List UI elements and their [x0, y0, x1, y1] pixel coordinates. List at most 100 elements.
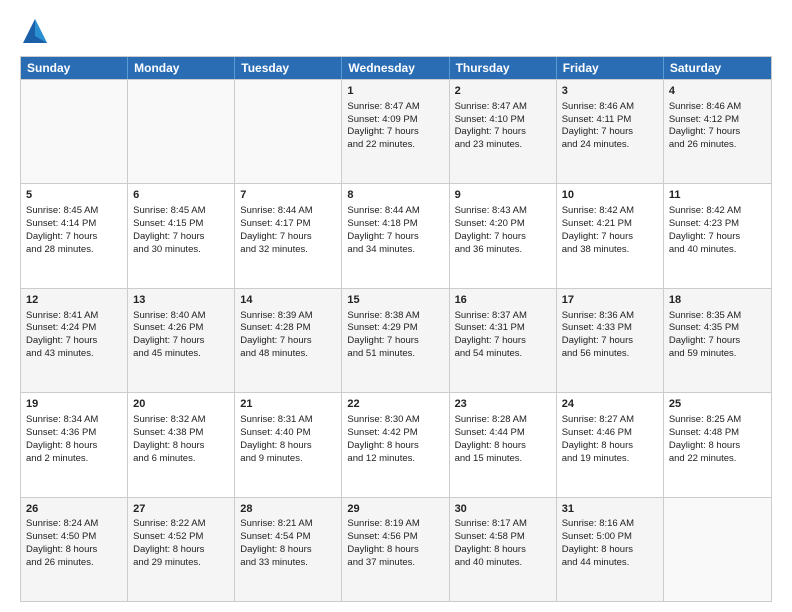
- day-content: Sunset: 4:42 PM: [347, 427, 443, 440]
- day-content: Sunrise: 8:36 AM: [562, 310, 658, 323]
- day-content: and 6 minutes.: [133, 453, 229, 466]
- day-content: Daylight: 7 hours: [669, 231, 766, 244]
- calendar-cell: 19Sunrise: 8:34 AMSunset: 4:36 PMDayligh…: [21, 393, 128, 496]
- day-number: 17: [562, 293, 658, 308]
- day-number: 4: [669, 84, 766, 99]
- day-number: 5: [26, 188, 122, 203]
- day-content: Sunset: 4:58 PM: [455, 531, 551, 544]
- day-content: and 38 minutes.: [562, 244, 658, 257]
- day-number: 20: [133, 397, 229, 412]
- day-content: Sunset: 4:29 PM: [347, 322, 443, 335]
- day-content: Sunset: 4:26 PM: [133, 322, 229, 335]
- day-number: 19: [26, 397, 122, 412]
- logo-icon: [20, 16, 50, 46]
- calendar-cell: 22Sunrise: 8:30 AMSunset: 4:42 PMDayligh…: [342, 393, 449, 496]
- day-content: Sunrise: 8:44 AM: [347, 205, 443, 218]
- calendar-cell: 25Sunrise: 8:25 AMSunset: 4:48 PMDayligh…: [664, 393, 771, 496]
- day-content: Sunrise: 8:45 AM: [26, 205, 122, 218]
- day-number: 10: [562, 188, 658, 203]
- day-content: Sunrise: 8:47 AM: [455, 101, 551, 114]
- calendar-cell: 27Sunrise: 8:22 AMSunset: 4:52 PMDayligh…: [128, 498, 235, 601]
- page: SundayMondayTuesdayWednesdayThursdayFrid…: [0, 0, 792, 612]
- day-content: and 40 minutes.: [455, 557, 551, 570]
- day-content: Sunset: 4:33 PM: [562, 322, 658, 335]
- day-content: Daylight: 7 hours: [347, 335, 443, 348]
- day-content: Sunrise: 8:24 AM: [26, 518, 122, 531]
- day-content: Sunset: 4:31 PM: [455, 322, 551, 335]
- calendar-cell: 2Sunrise: 8:47 AMSunset: 4:10 PMDaylight…: [450, 80, 557, 183]
- calendar-cell: 20 Sunrise: 8:32 AMSunset: 4:38 PMDayligh…: [128, 393, 235, 496]
- calendar-week: 1Sunrise: 8:47 AMSunset: 4:09 PMDaylight…: [21, 79, 771, 183]
- day-content: Daylight: 8 hours: [26, 440, 122, 453]
- day-content: Sunrise: 8:41 AM: [26, 310, 122, 323]
- calendar-day-header: Wednesday: [342, 57, 449, 79]
- day-number: 21: [240, 397, 336, 412]
- day-content: Sunrise: 8:38 AM: [347, 310, 443, 323]
- day-content: Sunset: 4:38 PM: [133, 427, 229, 440]
- calendar-cell: 16Sunrise: 8:37 AMSunset: 4:31 PMDayligh…: [450, 289, 557, 392]
- day-content: Daylight: 7 hours: [669, 126, 766, 139]
- calendar-cell: 9 Sunrise: 8:43 AMSunset: 4:20 PMDaylight…: [450, 184, 557, 287]
- calendar-cell: 8Sunrise: 8:44 AMSunset: 4:18 PMDaylight…: [342, 184, 449, 287]
- day-content: Daylight: 7 hours: [455, 231, 551, 244]
- day-content: and 32 minutes.: [240, 244, 336, 257]
- day-content: Daylight: 7 hours: [347, 126, 443, 139]
- day-content: Daylight: 8 hours: [26, 544, 122, 557]
- day-content: Sunrise: 8:34 AM: [26, 414, 122, 427]
- day-content: and 51 minutes.: [347, 348, 443, 361]
- day-content: Sunset: 4:20 PM: [455, 218, 551, 231]
- day-content: Daylight: 7 hours: [455, 335, 551, 348]
- calendar-day-header: Saturday: [664, 57, 771, 79]
- day-number: 23: [455, 397, 551, 412]
- day-content: Sunrise: 8:42 AM: [562, 205, 658, 218]
- calendar-week: 5Sunrise: 8:45 AMSunset: 4:14 PMDaylight…: [21, 183, 771, 287]
- calendar-cell: [21, 80, 128, 183]
- day-content: Daylight: 8 hours: [562, 440, 658, 453]
- day-number: 14: [240, 293, 336, 308]
- day-content: Sunrise: 8:46 AM: [669, 101, 766, 114]
- day-number: 2: [455, 84, 551, 99]
- day-content: Sunset: 4:50 PM: [26, 531, 122, 544]
- day-content: Daylight: 8 hours: [133, 440, 229, 453]
- calendar-cell: 31Sunrise: 8:16 AMSunset: 5:00 PMDayligh…: [557, 498, 664, 601]
- day-content: Daylight: 8 hours: [133, 544, 229, 557]
- day-content: and 37 minutes.: [347, 557, 443, 570]
- day-content: Sunset: 4:15 PM: [133, 218, 229, 231]
- day-content: Sunset: 4:10 PM: [455, 114, 551, 127]
- day-content: Daylight: 7 hours: [240, 335, 336, 348]
- day-content: Sunrise: 8:19 AM: [347, 518, 443, 531]
- day-content: Sunrise: 8:42 AM: [669, 205, 766, 218]
- day-number: 8: [347, 188, 443, 203]
- day-content: and 36 minutes.: [455, 244, 551, 257]
- calendar-body: 1Sunrise: 8:47 AMSunset: 4:09 PMDaylight…: [21, 79, 771, 601]
- day-content: and 59 minutes.: [669, 348, 766, 361]
- day-content: Sunrise: 8:32 AM: [133, 414, 229, 427]
- day-content: Daylight: 8 hours: [562, 544, 658, 557]
- day-content: Daylight: 8 hours: [347, 544, 443, 557]
- day-content: Daylight: 7 hours: [562, 231, 658, 244]
- day-content: and 43 minutes.: [26, 348, 122, 361]
- day-content: and 19 minutes.: [562, 453, 658, 466]
- day-number: 30: [455, 502, 551, 517]
- day-content: Sunrise: 8:43 AM: [455, 205, 551, 218]
- day-number: 25: [669, 397, 766, 412]
- day-number: 3: [562, 84, 658, 99]
- calendar-cell: 15Sunrise: 8:38 AMSunset: 4:29 PMDayligh…: [342, 289, 449, 392]
- calendar-cell: 1Sunrise: 8:47 AMSunset: 4:09 PMDaylight…: [342, 80, 449, 183]
- day-content: Sunset: 4:23 PM: [669, 218, 766, 231]
- day-content: Sunrise: 8:45 AM: [133, 205, 229, 218]
- day-content: and 30 minutes.: [133, 244, 229, 257]
- calendar-cell: 5Sunrise: 8:45 AMSunset: 4:14 PMDaylight…: [21, 184, 128, 287]
- calendar-cell: 30Sunrise: 8:17 AMSunset: 4:58 PMDayligh…: [450, 498, 557, 601]
- day-number: 9: [455, 188, 551, 203]
- day-content: Daylight: 7 hours: [133, 231, 229, 244]
- day-number: 27: [133, 502, 229, 517]
- calendar-cell: 3Sunrise: 8:46 AMSunset: 4:11 PMDaylight…: [557, 80, 664, 183]
- day-content: Sunset: 4:46 PM: [562, 427, 658, 440]
- day-number: 1: [347, 84, 443, 99]
- day-content: Sunrise: 8:21 AM: [240, 518, 336, 531]
- day-content: and 26 minutes.: [669, 139, 766, 152]
- day-content: and 26 minutes.: [26, 557, 122, 570]
- day-content: Sunset: 4:54 PM: [240, 531, 336, 544]
- calendar-cell: [235, 80, 342, 183]
